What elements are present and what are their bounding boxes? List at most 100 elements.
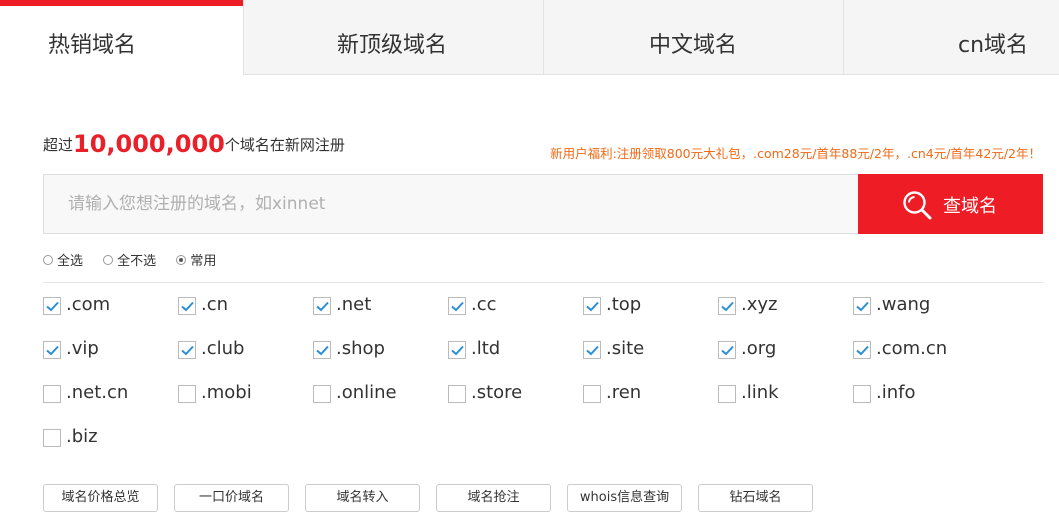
tab-hot-domains[interactable]: 热销域名 (0, 0, 243, 75)
headline-suffix: 个域名在新网注册 (224, 136, 345, 154)
divider (43, 282, 1043, 283)
tld-label: .link (741, 381, 779, 403)
tld-option[interactable]: .com (43, 293, 110, 315)
tld-label: .net.cn (66, 381, 129, 403)
checkbox-checked[interactable] (43, 341, 61, 359)
tld-option[interactable]: .vip (43, 337, 99, 359)
checkbox-checked[interactable] (583, 341, 601, 359)
tld-label: .cc (471, 293, 497, 315)
checkbox-checked[interactable] (718, 297, 736, 315)
radio-select-all[interactable]: 全选 (43, 250, 83, 269)
search-icon (902, 190, 932, 225)
checkbox-checked[interactable] (43, 297, 61, 315)
tld-option[interactable]: .net (313, 293, 371, 315)
tld-option[interactable]: .com.cn (853, 337, 947, 359)
checkbox[interactable] (718, 385, 736, 403)
checkbox[interactable] (43, 429, 61, 447)
check-icon (721, 345, 734, 356)
radio-dot (43, 254, 53, 265)
tld-label: .store (471, 381, 523, 403)
check-icon (316, 301, 329, 312)
tld-option[interactable]: .shop (313, 337, 385, 359)
tld-label: .com.cn (876, 337, 948, 359)
tld-label: .ltd (471, 337, 501, 359)
tld-option[interactable]: .store (448, 381, 522, 403)
tab-cn-domains[interactable]: cn域名 (843, 0, 1059, 75)
tld-label: .cn (201, 293, 229, 315)
tab-label: cn域名 (958, 33, 1029, 58)
quick-link-button[interactable]: 域名转入 (305, 484, 420, 512)
checkbox[interactable] (313, 385, 331, 403)
radio-common[interactable]: 常用 (176, 250, 216, 269)
quick-link-button[interactable]: 域名价格总览 (43, 484, 158, 512)
tld-label: .org (741, 337, 777, 359)
tld-option[interactable]: .info (853, 381, 915, 403)
quick-link-button[interactable]: 钻石域名 (698, 484, 813, 512)
domain-category-tabs: 热销域名 新顶级域名 中文域名 cn域名 (0, 0, 1059, 75)
tab-new-gtld[interactable]: 新顶级域名 (243, 0, 543, 75)
tld-option[interactable]: .wang (853, 293, 930, 315)
quick-link-button[interactable]: whois信息查询 (567, 484, 682, 512)
checkbox[interactable] (583, 385, 601, 403)
radio-label: 常用 (190, 254, 217, 269)
tld-option[interactable]: .ren (583, 381, 641, 403)
checkbox-checked[interactable] (718, 341, 736, 359)
checkbox-checked[interactable] (448, 297, 466, 315)
tld-label: .com (66, 293, 111, 315)
tld-option[interactable]: .online (313, 381, 397, 403)
check-icon (586, 301, 599, 312)
checkbox[interactable] (178, 385, 196, 403)
tld-option[interactable]: .net.cn (43, 381, 128, 403)
tld-label: .site (606, 337, 645, 359)
search-button-label: 查域名 (943, 196, 997, 217)
tld-option[interactable]: .xyz (718, 293, 777, 315)
tld-label: .info (876, 381, 916, 403)
tld-label: .net (336, 293, 372, 315)
tld-option[interactable]: .link (718, 381, 779, 403)
checkbox-checked[interactable] (448, 341, 466, 359)
checkbox-checked[interactable] (178, 297, 196, 315)
tld-label: .club (201, 337, 245, 359)
quick-link-button[interactable]: 域名抢注 (436, 484, 551, 512)
checkbox-checked[interactable] (853, 297, 871, 315)
tld-option[interactable]: .org (718, 337, 776, 359)
tld-option[interactable]: .biz (43, 425, 98, 447)
check-icon (856, 301, 869, 312)
tld-option[interactable]: .cc (448, 293, 497, 315)
domain-search-input[interactable] (44, 175, 848, 233)
check-icon (316, 345, 329, 356)
tld-label: .top (606, 293, 642, 315)
check-icon (721, 301, 734, 312)
tld-label: .biz (66, 425, 98, 447)
checkbox-checked[interactable] (313, 297, 331, 315)
tld-option[interactable]: .site (583, 337, 644, 359)
radio-dot-selected (176, 254, 187, 265)
check-icon (451, 345, 464, 356)
check-icon (586, 345, 599, 356)
checkbox[interactable] (448, 385, 466, 403)
checkbox-checked[interactable] (313, 341, 331, 359)
tld-option[interactable]: .cn (178, 293, 228, 315)
tld-option[interactable]: .club (178, 337, 244, 359)
registration-count-headline: 超过10,000,000个域名在新网注册 (43, 130, 345, 158)
domain-count: 10,000,000 (73, 130, 225, 158)
tld-label: .wang (876, 293, 931, 315)
checkbox-checked[interactable] (853, 341, 871, 359)
checkbox-checked[interactable] (178, 341, 196, 359)
checkbox-checked[interactable] (583, 297, 601, 315)
tab-chinese-domains[interactable]: 中文域名 (543, 0, 843, 75)
tld-option[interactable]: .ltd (448, 337, 500, 359)
selection-mode-radios: 全选 全不选 常用 (43, 250, 232, 269)
tld-option[interactable]: .mobi (178, 381, 252, 403)
tld-label: .vip (66, 337, 99, 359)
quick-link-button[interactable]: 一口价域名 (174, 484, 289, 512)
check-icon (181, 345, 194, 356)
search-domain-button[interactable]: 查域名 (858, 174, 1043, 234)
radio-label: 全不选 (117, 254, 157, 269)
checkbox[interactable] (43, 385, 61, 403)
tld-option[interactable]: .top (583, 293, 641, 315)
radio-select-none[interactable]: 全不选 (103, 250, 156, 269)
check-icon (46, 301, 59, 312)
checkbox[interactable] (853, 385, 871, 403)
tld-label: .mobi (201, 381, 252, 403)
